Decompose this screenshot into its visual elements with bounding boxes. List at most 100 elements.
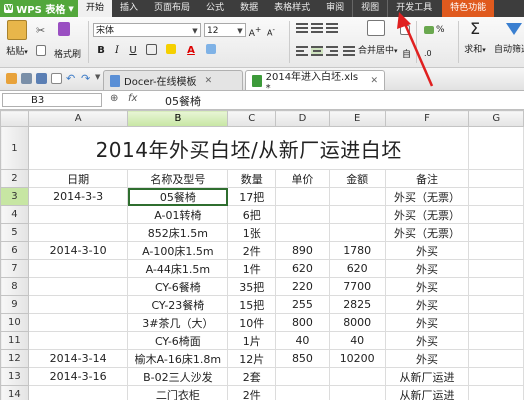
- cell[interactable]: 890: [275, 241, 330, 260]
- bold-button[interactable]: B: [94, 44, 108, 58]
- cell[interactable]: [328, 187, 386, 206]
- cell[interactable]: B-02三人沙发: [127, 367, 229, 386]
- indent-button[interactable]: [400, 23, 410, 37]
- cell[interactable]: 7700: [328, 277, 386, 296]
- header-cell[interactable]: 数量: [227, 169, 277, 188]
- decimal-button[interactable]: .0: [424, 46, 432, 60]
- close-icon[interactable]: ✕: [370, 76, 378, 86]
- name-box[interactable]: B3: [2, 93, 102, 107]
- cell[interactable]: A-44床1.5m: [127, 259, 229, 278]
- cell[interactable]: 850: [275, 349, 330, 368]
- tab-insert[interactable]: 插入: [112, 0, 146, 17]
- cell[interactable]: [27, 259, 129, 278]
- column-header-c[interactable]: C: [227, 110, 277, 127]
- auto-filter-button[interactable]: 自动筛选: [494, 20, 524, 55]
- cell[interactable]: [468, 331, 524, 350]
- header-cell[interactable]: 备注: [384, 169, 470, 188]
- close-icon[interactable]: ✕: [205, 76, 213, 86]
- header-cell[interactable]: 单价: [275, 169, 330, 188]
- row-header[interactable]: 4: [0, 205, 29, 224]
- zoom-icon[interactable]: ⊕: [110, 93, 118, 104]
- cut-button[interactable]: ✂: [36, 23, 45, 37]
- grow-font-button[interactable]: A+: [248, 23, 262, 39]
- align-right-icon[interactable]: [326, 46, 338, 56]
- cell[interactable]: [328, 385, 386, 400]
- row-header[interactable]: 14: [0, 385, 29, 400]
- cell[interactable]: 220: [275, 277, 330, 296]
- column-header-d[interactable]: D: [275, 110, 330, 127]
- cell[interactable]: 35把: [227, 277, 277, 296]
- row-header[interactable]: 5: [0, 223, 29, 242]
- number-format-button[interactable]: %: [424, 23, 445, 37]
- align-bottom-icon[interactable]: [326, 23, 338, 33]
- doc-tab-workbook[interactable]: 2014年进入白坯.xls * ✕: [245, 70, 385, 94]
- tab-page-layout[interactable]: 页面布局: [146, 0, 198, 17]
- font-size-select[interactable]: 12 ▼: [204, 23, 246, 37]
- cell[interactable]: [275, 385, 330, 400]
- cell[interactable]: 10200: [328, 349, 386, 368]
- cell[interactable]: 外买: [384, 277, 470, 296]
- cell[interactable]: 外买: [384, 295, 470, 314]
- cell[interactable]: 800: [275, 313, 330, 332]
- tab-data[interactable]: 数据: [232, 0, 266, 17]
- cell[interactable]: 2014-3-16: [27, 367, 129, 386]
- cell[interactable]: 620: [328, 259, 386, 278]
- cell[interactable]: [275, 187, 330, 206]
- row-header[interactable]: 6: [0, 241, 29, 260]
- cell[interactable]: 3#茶几（大）: [127, 313, 229, 332]
- tab-table-style[interactable]: 表格样式: [266, 0, 318, 17]
- cell[interactable]: 6把: [227, 205, 277, 224]
- cell[interactable]: [328, 367, 386, 386]
- cell[interactable]: 15把: [227, 295, 277, 314]
- fill-color-icon[interactable]: [164, 44, 178, 58]
- cell[interactable]: 二门衣柜: [127, 385, 229, 400]
- cell[interactable]: 2825: [328, 295, 386, 314]
- cell[interactable]: 255: [275, 295, 330, 314]
- sheet-title[interactable]: 2014年外买白坯/从新厂运进白坯: [27, 126, 470, 170]
- select-all-corner[interactable]: [0, 110, 29, 127]
- format-painter-button[interactable]: 格式刷: [54, 46, 81, 60]
- cell[interactable]: [27, 223, 129, 242]
- clear-format-icon[interactable]: [204, 44, 218, 58]
- header-cell[interactable]: 金额: [328, 169, 386, 188]
- header-cell[interactable]: 日期: [27, 169, 129, 188]
- cell[interactable]: [27, 385, 129, 400]
- copy-button[interactable]: [36, 43, 46, 57]
- app-menu-button[interactable]: W WPS 表格 ▼: [0, 0, 78, 17]
- row-header[interactable]: 7: [0, 259, 29, 278]
- cell[interactable]: 2014-3-14: [27, 349, 129, 368]
- column-header-b[interactable]: B: [127, 110, 229, 127]
- format-painter-icon-button[interactable]: [58, 22, 70, 36]
- column-header-e[interactable]: E: [328, 110, 386, 127]
- cell[interactable]: [328, 223, 386, 242]
- spreadsheet-grid[interactable]: A B C D E F G 1 2014年外买白坯/从新厂运进白坯 2 日期 名…: [0, 110, 524, 400]
- paste-button[interactable]: 粘贴▾: [4, 20, 30, 57]
- italic-button[interactable]: I: [110, 44, 124, 58]
- cell[interactable]: 2件: [227, 241, 277, 260]
- row-header[interactable]: 12: [0, 349, 29, 368]
- cell[interactable]: [468, 367, 524, 386]
- row-header[interactable]: 9: [0, 295, 29, 314]
- header-cell[interactable]: 名称及型号: [127, 169, 229, 188]
- row-header[interactable]: 3: [0, 187, 29, 206]
- redo-icon[interactable]: ↷: [81, 73, 92, 84]
- row-header[interactable]: 1: [0, 126, 29, 170]
- cell[interactable]: [468, 241, 524, 260]
- cell[interactable]: [27, 331, 129, 350]
- cell[interactable]: [468, 385, 524, 400]
- row-header[interactable]: 11: [0, 331, 29, 350]
- doc-tab-docer[interactable]: Docer-在线模板 ✕: [103, 70, 243, 90]
- print-icon[interactable]: [36, 73, 47, 84]
- cell[interactable]: 10件: [227, 313, 277, 332]
- fx-icon[interactable]: fx: [128, 93, 137, 104]
- tab-view[interactable]: 视图: [352, 0, 387, 17]
- cell[interactable]: A-01转椅: [127, 205, 229, 224]
- cell[interactable]: 外买（无票）: [384, 205, 470, 224]
- cell[interactable]: A-100床1.5m: [127, 241, 229, 260]
- cell[interactable]: CY-6餐椅: [127, 277, 229, 296]
- cell[interactable]: 外买: [384, 349, 470, 368]
- cell[interactable]: [468, 187, 524, 206]
- row-header[interactable]: 2: [0, 169, 29, 188]
- merge-center-button[interactable]: 合并居中▾: [358, 20, 398, 56]
- tab-review[interactable]: 审阅: [318, 0, 352, 17]
